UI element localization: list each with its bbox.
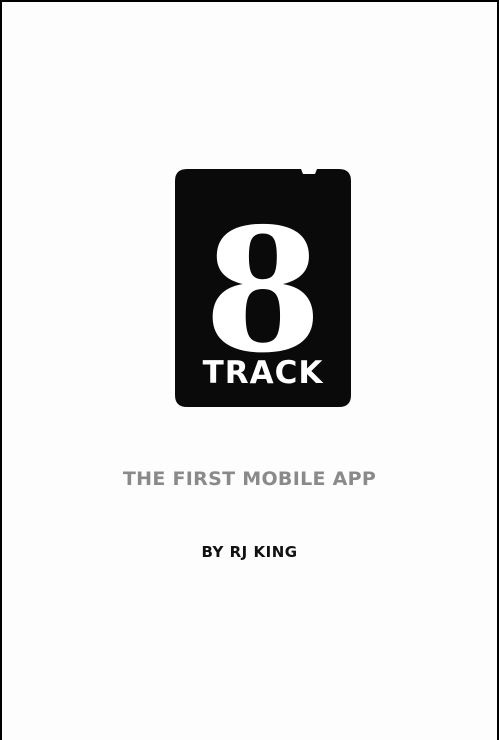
logo-word: TRACK (203, 355, 324, 391)
book-cover: 8 TRACK THE FIRST MOBILE APP BY RJ KING (0, 0, 499, 740)
cartridge-logo-graphic: 8 TRACK (175, 169, 351, 407)
author-byline: BY RJ KING (201, 543, 298, 561)
subtitle: THE FIRST MOBILE APP (122, 468, 377, 490)
8track-logo: 8 TRACK (173, 167, 353, 408)
